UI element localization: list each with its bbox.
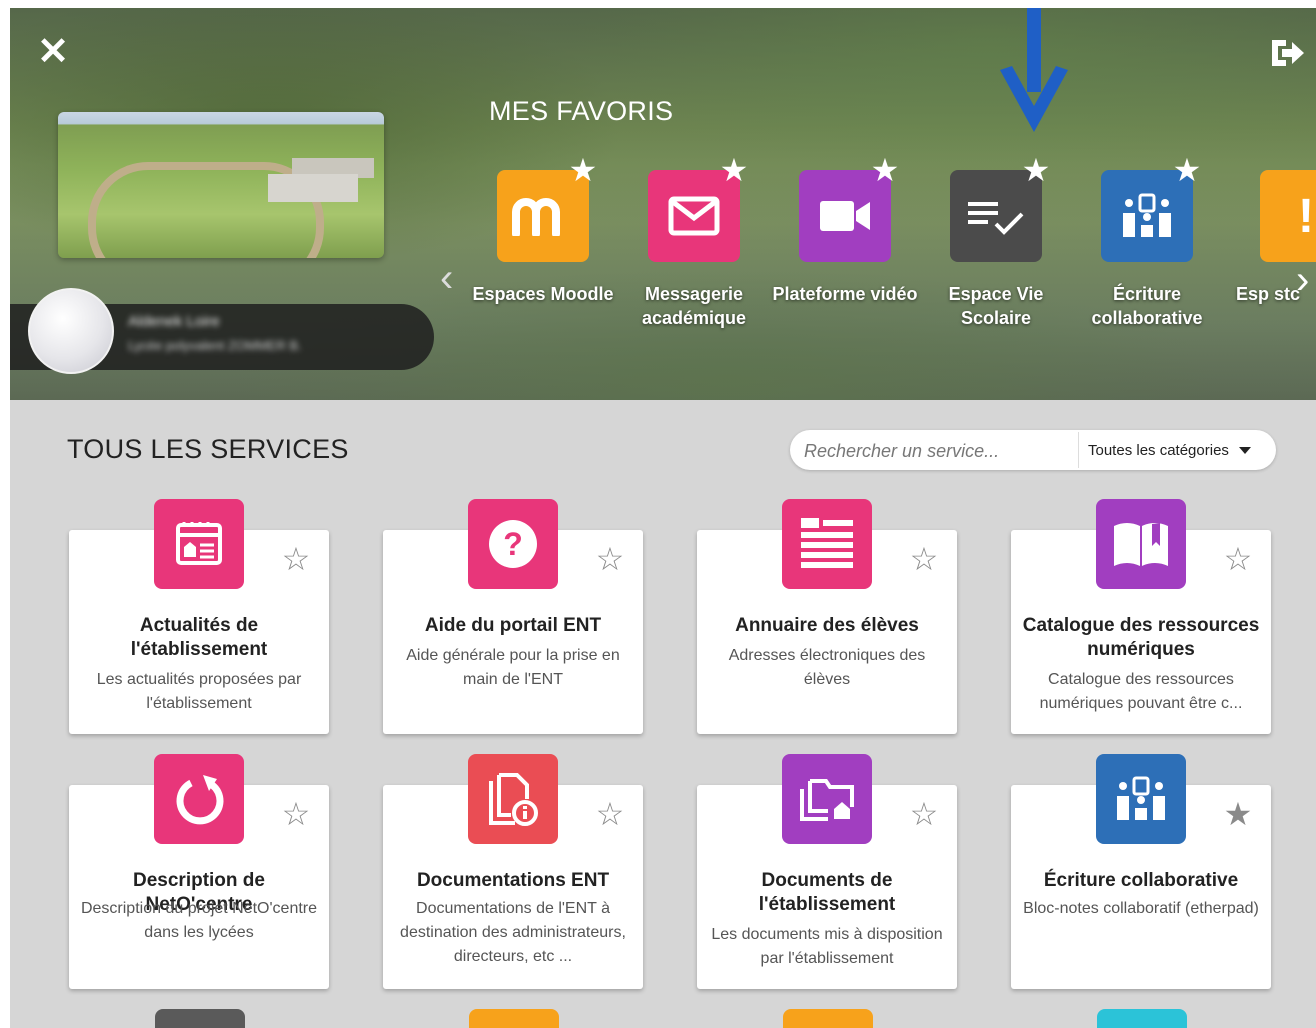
card-description: Catalogue des ressources numériques pouv… bbox=[1039, 671, 1243, 712]
service-card-description-netocentre[interactable]: ☆ Description de NetO'centre Description… bbox=[69, 754, 329, 989]
favorite-star-icon[interactable]: ★ bbox=[1020, 154, 1052, 186]
favorite-star-icon[interactable]: ☆ bbox=[909, 798, 939, 830]
help-icon: ? bbox=[468, 499, 558, 589]
carousel-prev-icon[interactable]: ‹ bbox=[440, 258, 470, 298]
book-icon bbox=[1096, 499, 1186, 589]
services-panel: ✕ Aldenek Loire Lycée polyvalent ZOMMER … bbox=[10, 8, 1316, 1028]
avatar[interactable] bbox=[28, 288, 114, 374]
favorite-star-icon[interactable]: ☆ bbox=[595, 543, 625, 575]
caret-down-icon bbox=[1238, 446, 1251, 454]
service-card-annuaire[interactable]: ☆ Annuaire des élèves Adresses électroni… bbox=[697, 499, 957, 734]
document-info-icon bbox=[468, 754, 558, 844]
favorite-star-icon[interactable]: ★ bbox=[1171, 154, 1203, 186]
favorite-star-icon[interactable]: ★ bbox=[869, 154, 901, 186]
category-selected: Toutes les catégories bbox=[1088, 441, 1229, 459]
card-description: Les documents mis à disposition par l'ét… bbox=[711, 926, 943, 967]
search-input[interactable] bbox=[802, 430, 1076, 472]
user-name: Aldenek Loire bbox=[128, 313, 220, 330]
favorite-star-icon[interactable]: ☆ bbox=[909, 543, 939, 575]
category-select[interactable]: Toutes les catégories bbox=[1088, 430, 1274, 470]
favorite-label: Plateforme vidéo bbox=[772, 284, 918, 304]
service-card-aide-portail[interactable]: ? ☆ Aide du portail ENT Aide générale po… bbox=[383, 499, 643, 734]
favorite-label: Messagerie académique bbox=[641, 284, 747, 328]
card-title: Documentations ENT bbox=[416, 870, 610, 891]
services-title: TOUS LES SERVICES bbox=[67, 434, 349, 464]
carousel-next-icon[interactable]: › bbox=[1296, 260, 1316, 300]
favorite-star-icon[interactable]: ☆ bbox=[595, 798, 625, 830]
service-card-actualites[interactable]: ☆ Actualités de l'établissement Les actu… bbox=[69, 499, 329, 734]
favorite-star-icon[interactable]: ★ bbox=[567, 154, 599, 186]
user-school: Lycée polyvalent ZOMMER B. bbox=[128, 338, 302, 353]
alert-icon: ! bbox=[1260, 170, 1316, 262]
card-description: Aide générale pour la prise en main de l… bbox=[406, 647, 620, 688]
favorite-ecriture-collaborative[interactable]: ★ Écriture collaborative bbox=[1073, 154, 1213, 350]
logout-icon[interactable] bbox=[1268, 36, 1308, 70]
service-icon-partial[interactable] bbox=[783, 1009, 873, 1028]
card-title: Documents de l'établissement bbox=[758, 870, 896, 915]
refresh-icon bbox=[154, 754, 244, 844]
favorite-label: Espace Vie Scolaire bbox=[948, 284, 1044, 328]
school-photo bbox=[58, 112, 384, 258]
service-card-documentations-ent[interactable]: ☆ Documentations ENT Documentations de l… bbox=[383, 754, 643, 989]
favorite-star-filled-icon[interactable]: ★ bbox=[1223, 798, 1253, 830]
card-title: Écriture collaborative bbox=[1043, 870, 1239, 891]
favorites-title: MES FAVORIS bbox=[489, 96, 674, 126]
annotation-arrow-icon bbox=[1000, 8, 1068, 132]
card-description: Adresses électroniques des élèves bbox=[728, 647, 926, 688]
card-title: Aide du portail ENT bbox=[424, 615, 602, 636]
svg-text:?: ? bbox=[503, 526, 523, 562]
card-description: Documentations de l'ENT à destination de… bbox=[400, 900, 626, 965]
service-card-catalogue[interactable]: ☆ Catalogue des ressources numériques Ca… bbox=[1011, 499, 1271, 734]
directory-icon bbox=[782, 499, 872, 589]
hero-banner: ✕ Aldenek Loire Lycée polyvalent ZOMMER … bbox=[10, 8, 1316, 400]
favorite-star-icon[interactable]: ☆ bbox=[281, 798, 311, 830]
folder-icon bbox=[782, 754, 872, 844]
card-title: Annuaire des élèves bbox=[735, 615, 919, 636]
service-icon-partial[interactable] bbox=[1097, 1009, 1187, 1028]
card-description: Bloc-notes collaboratif (etherpad) bbox=[1023, 900, 1259, 917]
favorite-espaces-moodle[interactable]: ★ Espaces Moodle bbox=[469, 154, 613, 350]
card-title: Catalogue des ressources numériques bbox=[1022, 615, 1260, 660]
service-icon-partial[interactable] bbox=[469, 1009, 559, 1028]
favorite-messagerie[interactable]: ★ Messagerie académique bbox=[620, 154, 760, 350]
card-description: Les actualités proposées par l'établisse… bbox=[96, 671, 302, 712]
favorite-plateforme-video[interactable]: ★ Plateforme vidéo bbox=[771, 154, 917, 350]
favorite-label: Espaces Moodle bbox=[472, 284, 614, 304]
favorite-espace-vie-scolaire[interactable]: ★ Espace Vie Scolaire bbox=[922, 154, 1062, 350]
favorite-star-icon[interactable]: ☆ bbox=[1223, 543, 1253, 575]
card-description: Description du projet NetO'centre dans l… bbox=[80, 900, 318, 941]
card-title: Actualités de l'établissement bbox=[130, 615, 268, 660]
collaboration-icon bbox=[1096, 754, 1186, 844]
favorite-star-icon[interactable]: ★ bbox=[718, 154, 750, 186]
service-card-documents-etablissement[interactable]: ☆ Documents de l'établissement Les docum… bbox=[697, 754, 957, 989]
favorite-star-icon[interactable]: ☆ bbox=[281, 543, 311, 575]
service-card-ecriture-collaborative[interactable]: ★ Écriture collaborative Bloc-notes coll… bbox=[1011, 754, 1271, 989]
search-bar: Toutes les catégories bbox=[790, 430, 1276, 472]
favorite-label: Écriture collaborative bbox=[1091, 284, 1203, 328]
close-icon[interactable]: ✕ bbox=[36, 33, 70, 71]
news-icon bbox=[154, 499, 244, 589]
service-icon-partial[interactable] bbox=[155, 1009, 245, 1028]
